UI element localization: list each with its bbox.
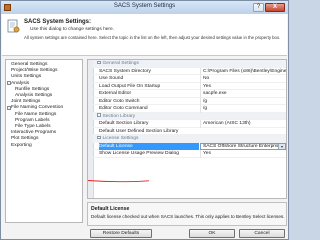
settings-window: SACS System Settings ? X SACS System Set…: [0, 0, 289, 240]
description-title: Default License: [91, 206, 130, 212]
category-collapse-icon[interactable]: -: [97, 113, 101, 117]
nav-item-label: Analysis: [11, 80, 30, 86]
property-row[interactable]: External Editor sacpfe.exe: [93, 90, 286, 98]
nav-item[interactable]: - File Naming Convention: [6, 105, 82, 111]
property-name: Load Output File On Startup: [99, 83, 161, 89]
property-value[interactable]: /g: [200, 105, 286, 113]
property-name: SACS System Directory: [99, 68, 151, 74]
nav-item-label: Plot Settings: [11, 136, 39, 142]
nav-item-label: File Naming Convention: [11, 105, 64, 111]
red-underline-annotation: [87, 180, 150, 183]
settings-nav-tree[interactable]: General Settings Project/Wise Settings Uni…: [5, 59, 83, 223]
nav-item[interactable]: Units Settings: [6, 74, 82, 80]
header-title: SACS System Settings:: [24, 19, 92, 25]
category-label: License Settings: [102, 136, 139, 141]
nav-item-label: Exporting: [11, 142, 32, 148]
category-collapse-icon[interactable]: -: [97, 60, 101, 65]
title-bar: SACS System Settings ? X: [1, 1, 288, 14]
property-description-panel: Default License Default license checked …: [87, 202, 287, 226]
nav-item-label: Program Labels: [15, 117, 50, 123]
cancel-button[interactable]: Cancel: [239, 229, 285, 238]
property-value[interactable]: Yes: [200, 82, 286, 90]
property-value[interactable]: American (AISC 13th): [200, 120, 286, 128]
nav-item[interactable]: File Name Settings: [6, 111, 82, 118]
property-name: External Editor: [99, 91, 132, 96]
help-button[interactable]: ?: [253, 3, 264, 12]
property-row[interactable]: Load Output File On Startup Yes: [93, 82, 286, 90]
tree-collapse-icon[interactable]: -: [7, 105, 11, 110]
property-category[interactable]: - License Settings: [93, 135, 286, 143]
nav-item-label: File Type Labels: [15, 124, 51, 129]
nav-item-label: Analysis Settings: [15, 93, 53, 98]
nav-item-label: Runfile Settings: [15, 86, 50, 92]
property-category[interactable]: - Section Library: [93, 112, 286, 120]
description-text: Default license checked out when SACS la…: [91, 214, 285, 219]
nav-item-label: Project/Wise Settings: [11, 68, 58, 74]
property-value[interactable]: Yes: [200, 150, 286, 158]
property-category[interactable]: - General Settings: [93, 60, 286, 68]
header-subtitle: Use this dialog to change settings here.: [30, 27, 114, 32]
property-row[interactable]: Use Sound No: [93, 75, 286, 83]
window-title: SACS System Settings: [113, 3, 176, 9]
property-row-selected[interactable]: Default License SACS Offshore Structure E…: [93, 142, 286, 150]
property-row[interactable]: SACS System Directory C:\Program Files (x…: [93, 67, 286, 75]
nav-item[interactable]: Exporting: [6, 142, 82, 149]
property-name: Default User Defined Section Library: [99, 128, 179, 134]
nav-item-label: File Name Settings: [15, 111, 57, 117]
close-button[interactable]: X: [265, 3, 285, 12]
property-name: Show License Usage Preview Dialog: [99, 151, 179, 156]
property-name: Default License: [99, 142, 199, 150]
property-row[interactable]: Show License Usage Preview Dialog Yes: [93, 150, 286, 158]
nav-item[interactable]: Runfile Settings: [6, 86, 82, 93]
category-label: Section Library: [102, 113, 136, 119]
property-value[interactable]: No: [200, 75, 286, 83]
nav-item-label: Joint Settings: [11, 99, 41, 105]
property-value[interactable]: C:\Program Files (x86)\Bentley\Engineeri…: [200, 67, 286, 75]
property-name: Default Section Library: [99, 121, 149, 126]
property-name: Use Sound: [99, 76, 124, 81]
nav-item-label: General Settings: [11, 62, 48, 67]
tree-collapse-icon[interactable]: -: [7, 81, 11, 85]
dialog-header: SACS System Settings: Use this dialog to…: [2, 14, 287, 56]
property-name: Editor Goto Command: [99, 106, 148, 111]
property-grid[interactable]: - General Settings SACS System Directory C:…: [87, 59, 287, 199]
property-value[interactable]: /g: [200, 97, 286, 105]
license-dropdown[interactable]: SACS Offshore Structure Enterprise ▾: [200, 142, 286, 150]
chevron-down-icon[interactable]: ▾: [278, 143, 285, 149]
property-value[interactable]: sacpfe.exe: [200, 90, 286, 98]
settings-document-icon: [7, 19, 20, 33]
category-collapse-icon[interactable]: -: [97, 135, 101, 140]
property-row[interactable]: Editor Goto Command/g: [93, 105, 286, 113]
ok-button[interactable]: OK: [189, 229, 235, 238]
property-name: Editor Goto Switch: [99, 98, 140, 104]
nav-item[interactable]: Plot Settings: [6, 136, 82, 142]
category-label: General Settings: [102, 61, 139, 66]
property-row[interactable]: Editor Goto Switch/g: [93, 97, 286, 105]
restore-defaults-button[interactable]: Restore Defaults: [90, 229, 152, 238]
property-row[interactable]: Default Section Library American (AISC 13…: [93, 120, 286, 128]
header-description: All system settings are contained here. …: [24, 35, 281, 40]
nav-item-label: Interactive Programs: [11, 130, 57, 136]
nav-item[interactable]: Program Labels: [6, 117, 82, 124]
nav-item-label: Units Settings: [11, 74, 42, 80]
property-row[interactable]: Default User Defined Section Library: [93, 128, 286, 135]
nav-item[interactable]: - Analysis: [6, 80, 82, 87]
dropdown-value: SACS Offshore Structure Enterprise: [203, 143, 282, 149]
